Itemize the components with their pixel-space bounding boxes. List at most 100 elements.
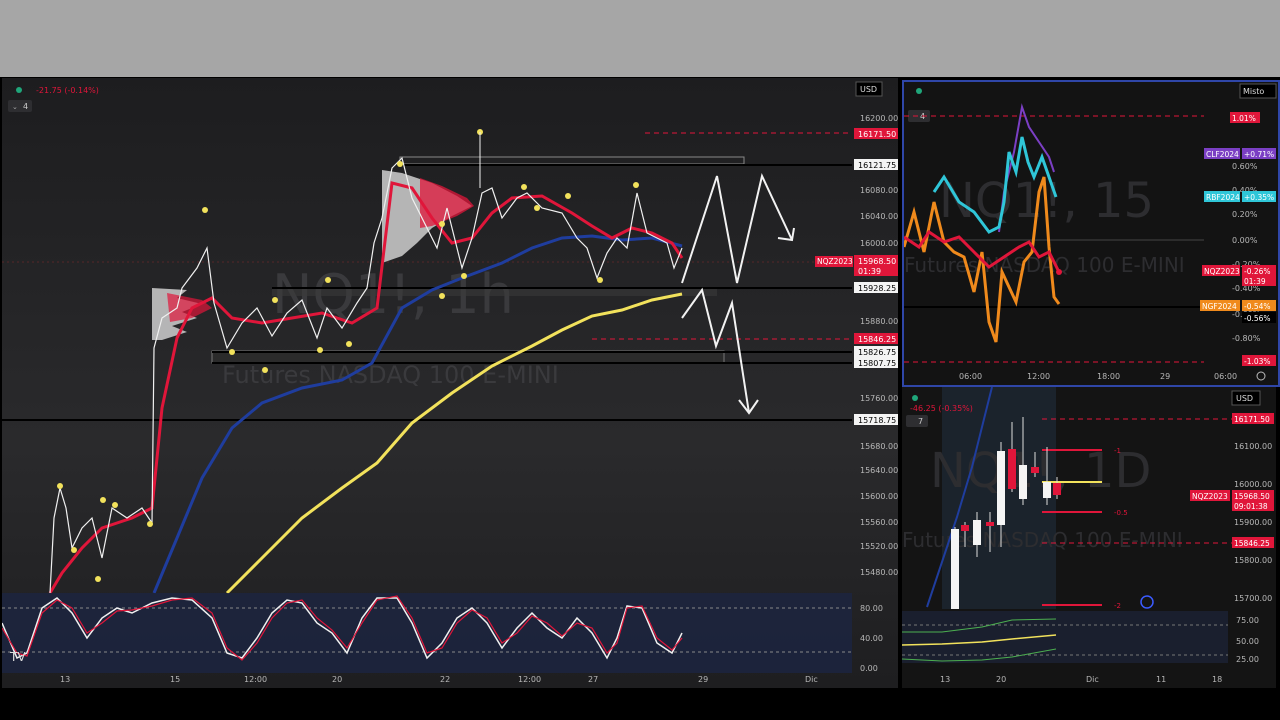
watermark-name: Futures NASDAQ 100 E-MINI: [904, 253, 1185, 277]
pct-tag: 1.01%: [1232, 114, 1256, 123]
change-text: -46.25 (-0.35%): [910, 404, 973, 413]
price-tick: 15900.00: [1234, 518, 1272, 527]
watermark-name: Futures NASDAQ 100 E-MINI: [902, 528, 1183, 552]
price-tick: 15520.00: [860, 542, 898, 551]
tradingview-logo: TV: [9, 650, 26, 664]
pct-tag: -0.54%: [1244, 302, 1271, 311]
price-tag: 16121.75: [858, 161, 896, 170]
pct-tag: 01:39: [1244, 277, 1266, 286]
price-tick: 15800.00: [1234, 556, 1272, 565]
time-tick: 06:00: [1214, 372, 1237, 381]
price-tick: 16000.00: [1234, 480, 1272, 489]
price-tag: 15846.25: [858, 335, 896, 344]
pct-tag: NQZ2023: [1204, 267, 1240, 276]
nqz-last-dot: [1056, 269, 1062, 275]
time-tick: Dic: [805, 675, 818, 684]
price-tag: 15968.50: [1234, 492, 1270, 501]
mode-label: Misto: [1243, 87, 1264, 96]
pct-tick: 0.60%: [1232, 162, 1258, 171]
pct-tag: NGF2024: [1202, 302, 1237, 311]
price-tag: 15718.75: [858, 416, 896, 425]
time-axis[interactable]: 13 20 Dic 11 18: [940, 675, 1222, 684]
price-tag: 09:01:38: [1234, 502, 1268, 511]
pct-tick: 0.00%: [1232, 236, 1258, 245]
symbol-tag-text: NQZ2023: [817, 257, 853, 266]
time-tick: 29: [698, 675, 708, 684]
time-tick: 18: [1212, 675, 1222, 684]
level-label-b: -0.5: [1114, 509, 1128, 517]
status-dot-icon: [916, 88, 922, 94]
pct-tag: -0.56%: [1244, 314, 1271, 323]
pct-tag: +0.71%: [1244, 150, 1274, 159]
main-chart-svg[interactable]: NQ1!, 1h Futures NASDAQ 100 E-MINI -21.7…: [2, 78, 898, 688]
price-tag: 15928.25: [858, 284, 896, 293]
pct-tag: +0.35%: [1244, 193, 1274, 202]
oscillator-axis: 80.00 40.00 0.00: [860, 604, 883, 673]
level-label-c: -2: [1114, 602, 1121, 610]
price-tag: 16171.50: [1234, 415, 1270, 424]
price-tick: 16080.00: [860, 186, 898, 195]
zone-box: [399, 156, 745, 165]
daily-chart-panel[interactable]: NQ1!, 1D Futures NASDAQ 100 E-MINI -46.2…: [902, 387, 1276, 688]
osc-tick: 0.00: [860, 664, 878, 673]
osc-tick: 50.00: [1236, 637, 1259, 646]
price-tick: 16040.00: [860, 212, 898, 221]
watermark-name: Futures NASDAQ 100 E-MINI: [222, 361, 559, 389]
price-tick: 16200.00: [860, 114, 898, 123]
time-tick: 18:00: [1097, 372, 1120, 381]
osc-tick: 75.00: [1236, 616, 1259, 625]
price-tick: 15600.00: [860, 492, 898, 501]
pct-tick: -0.80%: [1232, 334, 1261, 343]
zone-band: [272, 288, 717, 296]
status-dot-icon: [16, 87, 22, 93]
volume-profile-1-red: [167, 293, 212, 322]
main-chart-panel[interactable]: NQ1!, 1h Futures NASDAQ 100 E-MINI -21.7…: [2, 78, 898, 688]
price-tick: 16000.00: [860, 239, 898, 248]
compare-chart-panel[interactable]: NQ1!, 15 Futures NASDAQ 100 E-MINI 4 Mis…: [902, 80, 1280, 387]
price-tick: 15640.00: [860, 466, 898, 475]
price-tick: 15880.00: [860, 317, 898, 326]
time-tick: 22: [440, 675, 450, 684]
time-tick: 20: [332, 675, 342, 684]
collapse-icon: ⌄: [12, 103, 18, 111]
price-tag: 01:39: [858, 267, 881, 276]
layer-count: 7: [918, 417, 923, 426]
price-axis[interactable]: 16100.00 16000.00 15900.00 15800.00 15700.00: [1234, 442, 1272, 603]
time-tick: 15: [170, 675, 180, 684]
time-tick: 12:00: [518, 675, 541, 684]
price-tick: 15480.00: [860, 568, 898, 577]
time-tick: 13: [60, 675, 70, 684]
replay-icon[interactable]: [1140, 595, 1154, 609]
level-label-a: -1: [1114, 447, 1121, 455]
price-tag: 16171.50: [858, 130, 896, 139]
time-tick: 13: [940, 675, 950, 684]
pct-tag: -1.03%: [1244, 357, 1271, 366]
price-tags: 16171.50 16121.75 15968.5001:39 15928.25 158…: [854, 128, 898, 425]
layers-button[interactable]: [906, 415, 928, 427]
settings-icon[interactable]: [1256, 371, 1266, 381]
price-axis[interactable]: 16200.00 16080.00 16040.00 16000.00 15880.00…: [860, 114, 898, 577]
currency-label: USD: [860, 85, 877, 94]
change-text: -21.75 (-0.14%): [36, 86, 99, 95]
bottom-bar: [0, 688, 1280, 720]
price-tag: 15807.75: [858, 359, 896, 368]
volume-profile-2-red: [420, 178, 474, 228]
osc-tick: 80.00: [860, 604, 883, 613]
time-tick: Dic: [1086, 675, 1099, 684]
pct-tag: -0.26%: [1244, 267, 1271, 276]
oscillator-pane[interactable]: [2, 593, 852, 673]
time-axis[interactable]: 06:00 12:00 18:00 29 06:00: [959, 372, 1237, 381]
layer-count: 4: [23, 102, 28, 111]
pct-tick: 0.20%: [1232, 210, 1258, 219]
price-tick: 15560.00: [860, 518, 898, 527]
daily-chart-svg[interactable]: NQ1!, 1D Futures NASDAQ 100 E-MINI -46.2…: [902, 387, 1276, 688]
top-bar: [0, 0, 1280, 77]
time-tick: 12:00: [244, 675, 267, 684]
compare-chart-svg[interactable]: NQ1!, 15 Futures NASDAQ 100 E-MINI 4 Mis…: [904, 82, 1278, 385]
oscillator-axis: 75.00 50.00 25.00: [1236, 616, 1259, 664]
time-axis[interactable]: 13 15 12:00 20 22 12:00 27 29 Dic: [60, 675, 818, 684]
price-tag: 15968.50: [858, 257, 896, 266]
time-tick: 20: [996, 675, 1006, 684]
price-tick: 16100.00: [1234, 442, 1272, 451]
time-tick: 06:00: [959, 372, 982, 381]
